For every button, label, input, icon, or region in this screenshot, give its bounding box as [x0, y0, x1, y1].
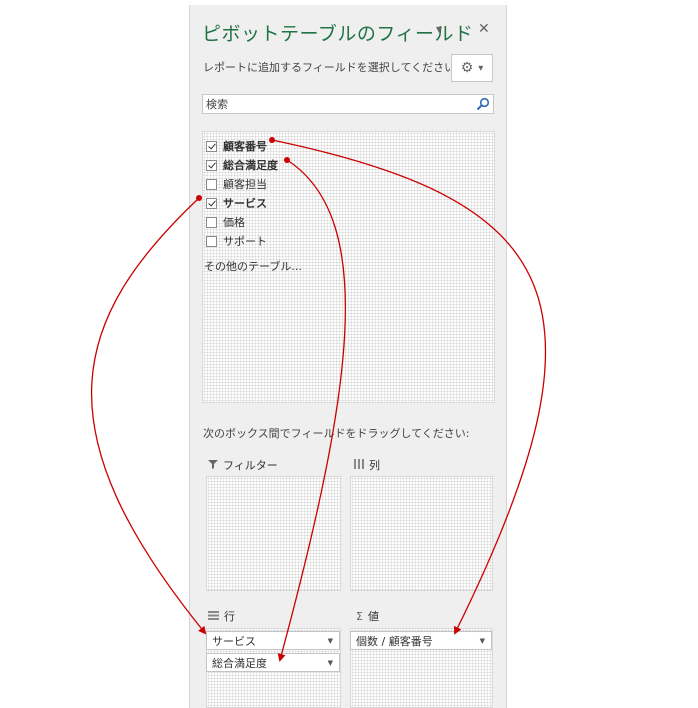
rows-area-header: 行: [208, 608, 235, 624]
pane-title: ピボットテーブルのフィールド: [202, 23, 474, 45]
rows-item-service[interactable]: サービス ▼: [206, 631, 340, 650]
search-box: [202, 94, 494, 114]
sigma-icon: Σ: [356, 609, 363, 623]
field-checkbox[interactable]: [206, 197, 217, 209]
rows-item-label: サービス: [212, 634, 256, 648]
field-label: サービス: [223, 197, 267, 210]
pane-options-dropdown[interactable]: ▾: [436, 22, 442, 36]
field-label: サポート: [223, 235, 267, 248]
gear-icon: ⚙: [460, 60, 474, 76]
chevron-down-icon: ▼: [479, 636, 485, 645]
chevron-down-icon: ▼: [327, 636, 333, 645]
rows-item-label: 総合満足度: [212, 656, 267, 670]
values-item-label: 個数 / 顧客番号: [356, 634, 433, 648]
pivot-field-pane: ピボットテーブルのフィールド ▾ ✕ レポートに追加するフィールドを選択してくだ…: [189, 5, 507, 708]
rows-icon: [208, 610, 219, 623]
search-icon[interactable]: [476, 97, 490, 114]
columns-icon: [354, 458, 364, 472]
field-item-service[interactable]: サービス: [206, 195, 267, 211]
columns-area-header: 列: [354, 457, 380, 473]
chevron-down-icon: ▾: [478, 62, 484, 74]
filter-drop-area[interactable]: [206, 476, 341, 591]
field-item-overall-satisfaction[interactable]: 総合満足度: [206, 157, 278, 173]
rows-area-label: 行: [224, 610, 235, 623]
values-area-header: Σ 値: [356, 608, 379, 624]
field-checkbox[interactable]: [206, 216, 217, 228]
field-checkbox[interactable]: [206, 159, 217, 171]
columns-area-label: 列: [369, 459, 380, 472]
drag-instruction: 次のボックス間でフィールドをドラッグしてください:: [203, 427, 470, 440]
field-label: 顧客担当: [223, 178, 267, 191]
rows-item-overall-satisfaction[interactable]: 総合満足度 ▼: [206, 653, 340, 672]
filter-icon: [208, 459, 218, 472]
field-checkbox[interactable]: [206, 178, 217, 190]
values-item-count-customer-number[interactable]: 個数 / 顧客番号 ▼: [350, 631, 492, 650]
filter-area-label: フィルター: [223, 459, 278, 472]
filter-area-header: フィルター: [208, 457, 278, 473]
chevron-down-icon: ▼: [327, 658, 333, 667]
field-label: 総合満足度: [223, 159, 278, 172]
field-label: 価格: [223, 216, 245, 229]
tools-button[interactable]: ⚙ ▾: [451, 54, 493, 82]
field-label: 顧客番号: [223, 140, 267, 153]
columns-drop-area[interactable]: [350, 476, 493, 591]
search-input[interactable]: [203, 95, 468, 113]
values-area-label: 値: [367, 610, 379, 623]
field-item-support[interactable]: サポート: [206, 233, 267, 249]
field-checkbox[interactable]: [206, 235, 217, 247]
other-tables-link[interactable]: その他のテーブル...: [204, 258, 302, 274]
close-icon[interactable]: ✕: [478, 21, 490, 37]
field-checkbox[interactable]: [206, 140, 217, 152]
field-item-customer-number[interactable]: 顧客番号: [206, 138, 267, 154]
arrow-service-to-rows: [91, 197, 207, 635]
pane-subtitle: レポートに追加するフィールドを選択してください:: [203, 61, 459, 74]
field-item-price[interactable]: 価格: [206, 214, 245, 230]
field-item-customer-rep[interactable]: 顧客担当: [206, 176, 267, 192]
